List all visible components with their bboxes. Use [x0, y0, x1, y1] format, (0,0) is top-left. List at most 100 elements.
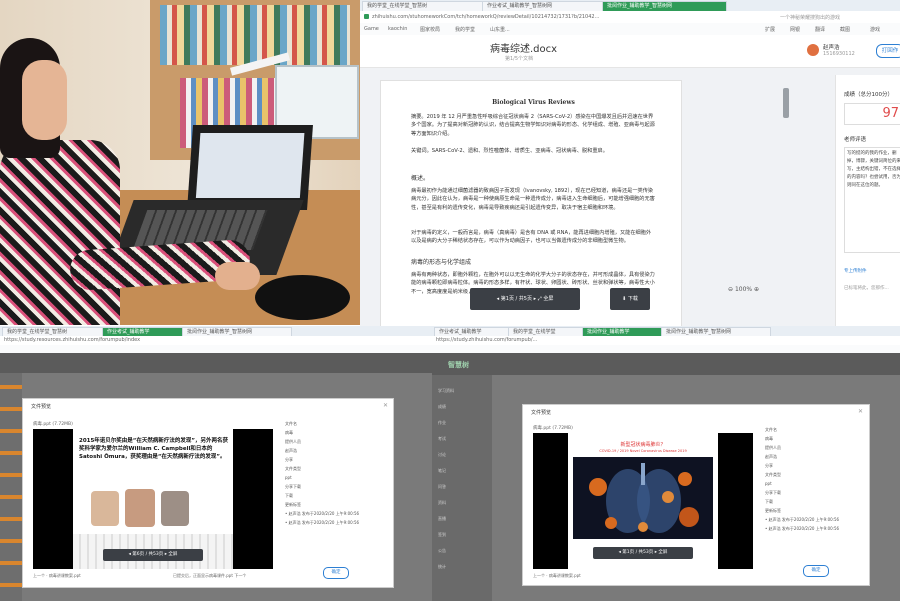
side-nav-item[interactable]: 问答	[438, 479, 486, 495]
side-nav-item[interactable]: 签到	[438, 527, 486, 543]
page-indicator: 第6页 / 共53页	[132, 552, 164, 557]
next-page-icon[interactable]: ▸	[655, 550, 657, 555]
extensions-button[interactable]: 扩展	[765, 26, 775, 33]
doc-subtitle: 第1/5个文档	[505, 56, 534, 62]
side-nav-item[interactable]: 统计	[438, 559, 486, 575]
tab[interactable]: 我的学堂_在线学堂_智慧树	[362, 1, 487, 11]
bookmark-item[interactable]: Game	[364, 26, 379, 32]
brand-logo[interactable]: 智慧树	[448, 360, 469, 370]
side-nav-item[interactable]: 笔记	[438, 463, 486, 479]
translate-button[interactable]: 翻译	[815, 26, 825, 33]
prev-page-icon[interactable]: ◂	[497, 296, 500, 302]
fullscreen-label[interactable]: 全屏	[168, 552, 177, 557]
zoom-control: ⊖ 100% ⊕	[728, 286, 759, 293]
file-list-dimmed	[0, 373, 22, 601]
info-value: 赵声浩	[285, 448, 297, 453]
zoom-in-icon[interactable]: ⊕	[754, 286, 759, 293]
score-value[interactable]: 97	[882, 106, 899, 121]
history-entry: • 赵声浩 发布于2020/2/20 上午9:00:56	[765, 526, 840, 531]
score-label: 成绩（总分100分）	[844, 92, 893, 98]
bookmark-item[interactable]: kaochin	[388, 26, 407, 32]
doc-abstract: 摘要。2019 年 12 月严重急性呼吸综合征冠状病毒 2（SARS-CoV-2…	[411, 114, 655, 137]
upload-attachment-link[interactable]: 专上传附件	[844, 268, 867, 274]
side-nav-item[interactable]: 资料	[438, 495, 486, 511]
fullscreen-label[interactable]: 全屏	[658, 550, 667, 555]
doc-heading: Biological Virus Reviews	[492, 99, 575, 106]
bank-button[interactable]: 网银	[790, 26, 800, 33]
bottom-left-window: 我的学堂_在线学堂_智慧树 作业考试_辅助教学 批阅作业_辅助教学_智慧树网 h…	[0, 326, 432, 601]
person-body	[0, 140, 120, 325]
file-preview-modal: 文件预览 ✕ 病毒.ppt (7.72MB) 2015年诺贝尔奖由是“在天然病新…	[22, 398, 394, 588]
doc-keywords: 关键词。SARS-CoV-2、遗和、烈性噬菌体、增质生、亚病毒、冠状病毒、脱和重…	[411, 148, 608, 154]
slide-subtitle: COVID-19 / 2019 Novel Coronavirus Diseas…	[599, 449, 687, 453]
info-value[interactable]: 下载	[765, 497, 865, 506]
tab[interactable]: 作业考试_辅助教学_智慧树网	[482, 1, 607, 11]
download-button[interactable]: ⬇ 下载	[610, 288, 650, 310]
side-nav-item[interactable]: 成绩	[438, 399, 486, 415]
side-nav-item[interactable]: 公告	[438, 543, 486, 559]
bookmark-item[interactable]: 图家校局	[420, 26, 440, 33]
page-header-dimmed: 智慧树	[432, 353, 900, 375]
fullscreen-icon[interactable]: ⤢	[538, 296, 542, 302]
laureate-photo	[91, 491, 119, 526]
doc-title: 病毒综述.docx	[490, 44, 558, 55]
side-nav-item[interactable]: 作业	[438, 415, 486, 431]
screenshot-button[interactable]: 截图	[840, 26, 850, 33]
lock-icon	[364, 14, 369, 20]
info-value[interactable]: 下载	[285, 491, 385, 500]
modal-title: 文件预览	[531, 410, 552, 416]
chevron-down-icon[interactable]: ⌄	[552, 44, 557, 51]
prev-page-icon[interactable]: ◂	[619, 550, 621, 555]
doc-section2-title: 病毒的形态与化学组成	[411, 259, 472, 266]
side-nav: 学习资料 成绩 作业 考试 讨论 笔记 问答 资料 直播 签到 公告 统计	[432, 375, 492, 601]
bookmark-item[interactable]: 山东重...	[490, 26, 510, 33]
close-icon[interactable]: ✕	[383, 402, 388, 409]
url-text[interactable]: https://study.resources.zhihuishu.com/fo…	[4, 337, 140, 343]
next-page-icon[interactable]: ▸	[165, 552, 167, 557]
confirm-button[interactable]: 确定	[803, 565, 829, 577]
games-button[interactable]: 游戏	[870, 26, 880, 33]
search-input[interactable]: 一个神秘荣耀搜狗出的游戏	[780, 14, 840, 21]
return-homework-button[interactable]: 打回作	[876, 44, 900, 58]
info-value: 赵声浩	[765, 454, 777, 459]
prev-page-icon[interactable]: ◂	[129, 552, 131, 557]
side-nav-item[interactable]: 直播	[438, 511, 486, 527]
next-file-link[interactable]: 已提交后，正面显示病毒课件.ppt 下一个	[173, 573, 246, 579]
url-text[interactable]: zhihuishu.com/stuhomeworkCom/tch/homewor…	[372, 14, 599, 20]
side-nav-item[interactable]: 学习资料	[438, 383, 486, 399]
info-label: 提供人员	[285, 439, 301, 444]
info-label: 分享	[765, 463, 773, 468]
side-nav-item[interactable]: 讨论	[438, 447, 486, 463]
side-nav-item[interactable]: 考试	[438, 431, 486, 447]
laptop-screen	[187, 125, 313, 210]
modal-title: 文件预览	[31, 404, 52, 410]
url-text[interactable]: https://study.zhihuishu.com/forumpub/...	[436, 337, 537, 343]
fullscreen-label[interactable]: 全屏	[543, 296, 553, 302]
page-nav-bar: ◂ 第1页 / 共5页 ▸ ⤢ 全屏	[470, 288, 580, 310]
comment-textarea[interactable]: 写的挺的的我的作业，删掉，博骤，关键词简位的来写，主结构出错，不在选择的内容吗？…	[844, 147, 900, 253]
next-page-icon[interactable]: ▸	[534, 296, 537, 302]
tab-active[interactable]: 批阅作业_辅助教学_智慧树网	[602, 1, 727, 11]
info-value: ppt	[285, 475, 292, 480]
prev-file-link[interactable]: 上一个 · 病毒讲课教案.ppt	[533, 573, 581, 579]
slide-viewer[interactable]: 新型冠状病毒肺炎？ COVID-19 / 2019 Novel Coronavi…	[533, 433, 753, 569]
zoom-out-icon[interactable]: ⊖	[728, 286, 733, 293]
file-name: 病毒.ppt (7.72MB)	[533, 426, 573, 431]
info-label: 文件类型	[285, 466, 301, 471]
doc-header: 病毒综述.docx ⌄ 第1/5个文档 赵声浩 1516930112 打回作	[360, 35, 900, 68]
file-info-panel: 文件名 病毒 提供人员 赵声浩 分享 文件类型 ppt 分享下载 下载 更新标签…	[765, 425, 865, 533]
slide-text: 2015年诺贝尔奖由是“在天然病新疗法的发现”，另外两名获奖科学家为爱尔兰的Wi…	[79, 438, 229, 460]
prev-file-link[interactable]: 上一个 · 病毒讲课教案.ppt	[33, 573, 81, 579]
slide-viewer[interactable]: 2015年诺贝尔奖由是“在天然病新疗法的发现”，另外两名获奖科学家为爱尔兰的Wi…	[33, 429, 273, 569]
scrollbar-thumb[interactable]	[783, 88, 789, 118]
score-input[interactable]: 97	[844, 103, 900, 125]
bookmark-item[interactable]: 我的学堂	[455, 26, 475, 33]
doc-intro-p2: 对于病毒的定义，一般而言是，病毒（真病毒）是含有 DNA 或 RNA，能再进细胞…	[411, 230, 652, 245]
history-entry: • 赵声浩 发布于2020/2/20 上午9:00:56	[285, 520, 360, 525]
page-indicator: 第1页 / 共5页	[500, 296, 532, 302]
file-info-panel: 文件名 病毒 提供人员 赵声浩 分享 文件类型 ppt 分享下载 下载 更新标签…	[285, 419, 385, 527]
confirm-button[interactable]: 确定	[323, 567, 349, 579]
doc-intro-p1: 病毒最初作为能通过细菌滤器的致病因子而发现（Ivanovsky, 1892），现…	[411, 188, 655, 211]
close-icon[interactable]: ✕	[858, 408, 863, 415]
virus-lungs-image	[573, 457, 713, 539]
